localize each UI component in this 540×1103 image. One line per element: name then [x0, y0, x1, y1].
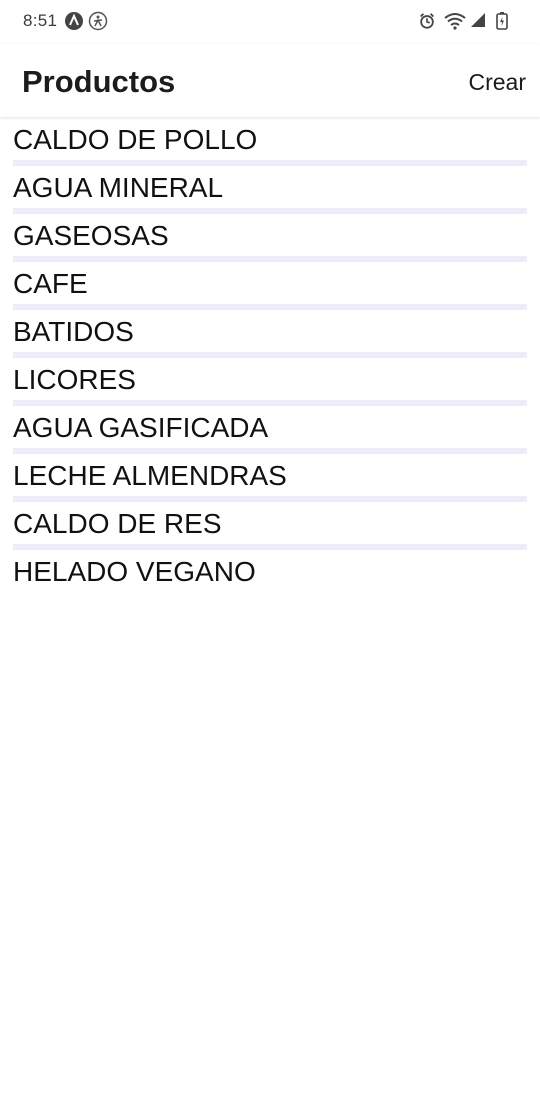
- list-item-label: CAFE: [13, 268, 88, 299]
- list-item[interactable]: CAFE: [13, 262, 527, 310]
- accessibility-icon: [88, 11, 108, 31]
- alarm-icon: [418, 12, 438, 32]
- product-list: CALDO DE POLLO AGUA MINERAL GASEOSAS CAF…: [13, 118, 527, 598]
- list-item[interactable]: HELADO VEGANO: [13, 550, 527, 598]
- list-item-label: CALDO DE RES: [13, 508, 222, 539]
- list-item-label: AGUA MINERAL: [13, 172, 224, 203]
- create-button[interactable]: Crear: [468, 69, 526, 96]
- list-item-label: HELADO VEGANO: [13, 556, 256, 587]
- list-item-label: GASEOSAS: [13, 220, 169, 251]
- app-header: Productos Crear: [0, 44, 540, 117]
- signal-icon: [470, 12, 490, 32]
- battery-icon: [496, 12, 516, 32]
- list-item-label: AGUA GASIFICADA: [13, 412, 269, 443]
- page-title: Productos: [22, 64, 176, 99]
- list-item[interactable]: CALDO DE RES: [13, 502, 527, 550]
- list-item[interactable]: GASEOSAS: [13, 214, 527, 262]
- app-a-icon: [64, 11, 84, 31]
- wifi-icon: [444, 12, 466, 32]
- list-item-label: CALDO DE POLLO: [13, 124, 258, 155]
- list-item-label: BATIDOS: [13, 316, 134, 347]
- list-item[interactable]: LICORES: [13, 358, 527, 406]
- list-item[interactable]: CALDO DE POLLO: [13, 118, 527, 166]
- status-bar: 8:51: [0, 0, 540, 44]
- list-item-label: LECHE ALMENDRAS: [13, 460, 287, 491]
- list-item[interactable]: AGUA MINERAL: [13, 166, 527, 214]
- status-time: 8:51: [23, 11, 58, 30]
- list-item[interactable]: BATIDOS: [13, 310, 527, 358]
- list-item[interactable]: LECHE ALMENDRAS: [13, 454, 527, 502]
- list-item[interactable]: AGUA GASIFICADA: [13, 406, 527, 454]
- list-item-label: LICORES: [13, 364, 136, 395]
